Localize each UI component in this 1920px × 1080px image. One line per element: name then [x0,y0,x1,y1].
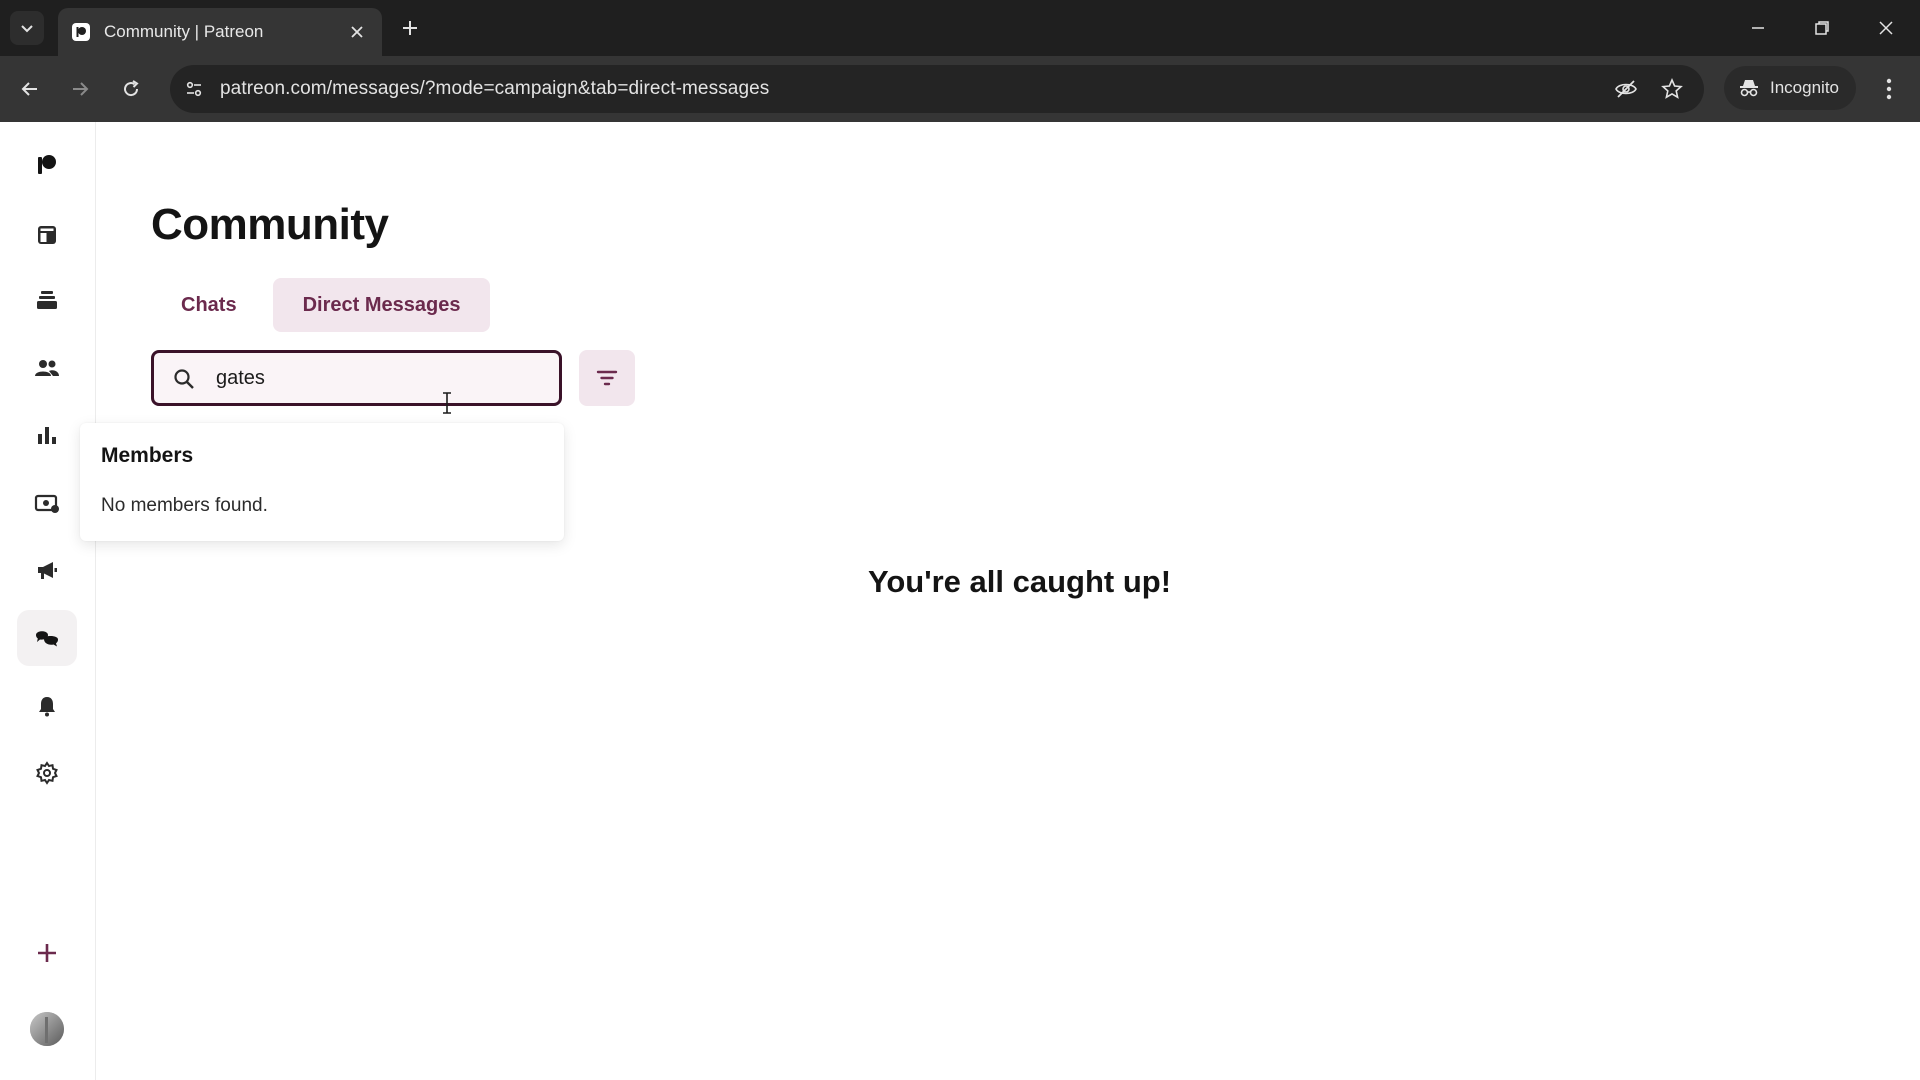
minimize-icon[interactable] [1742,12,1774,44]
text-cursor-icon [443,392,451,414]
bookmark-star-icon[interactable] [1658,75,1686,103]
tab-chats[interactable]: Chats [151,278,267,332]
empty-state-message: You're all caught up! [868,564,1172,599]
url-text: patreon.com/messages/?mode=campaign&tab=… [220,78,770,99]
tab-direct-messages-label: Direct Messages [302,293,461,316]
community-tabs: Chats Direct Messages [151,278,491,332]
browser-toolbar: patreon.com/messages/?mode=campaign&tab=… [0,56,1920,122]
search-input-value: gates [216,367,265,389]
patreon-logo-icon[interactable] [17,137,77,193]
incognito-badge[interactable]: Incognito [1724,66,1856,110]
tab-direct-messages[interactable]: Direct Messages [272,278,491,332]
eye-slash-icon[interactable] [1612,75,1640,103]
home-dashboard-icon[interactable] [17,207,77,263]
member-search-input[interactable]: gates [151,350,562,406]
settings-gear-icon[interactable] [17,745,77,801]
patreon-favicon-icon [72,23,90,41]
restore-icon[interactable] [1806,12,1838,44]
site-settings-icon[interactable] [180,75,208,103]
page-title: Community [151,200,389,249]
search-results-dropdown: Members No members found. [80,423,564,541]
search-icon [174,369,194,389]
members-heading: Members [101,444,194,467]
forward-arrow-icon[interactable] [63,72,97,106]
tab-search-button[interactable] [10,11,44,45]
address-bar[interactable]: patreon.com/messages/?mode=campaign&tab=… [170,65,1704,113]
create-plus-icon[interactable] [17,925,77,981]
back-arrow-icon[interactable] [13,72,47,106]
insights-bar-chart-icon[interactable] [17,407,77,463]
chevron-down-icon [21,25,33,33]
user-avatar[interactable] [17,1001,77,1057]
promotions-megaphone-icon[interactable] [17,542,77,598]
filter-icon [596,370,618,386]
browser-titlebar: Community | Patreon [0,0,1920,56]
reload-icon[interactable] [114,72,148,106]
browser-menu-icon[interactable] [1874,72,1904,106]
tab-chats-label: Chats [181,293,237,316]
close-tab-icon[interactable] [346,21,368,43]
creator-sidebar [0,122,96,1080]
notifications-bell-icon[interactable] [17,678,77,734]
browser-tab-active[interactable]: Community | Patreon [58,8,382,56]
new-tab-plus-icon[interactable] [396,14,424,42]
incognito-icon [1740,80,1758,97]
audience-icon[interactable] [17,340,77,396]
no-members-message: No members found. [101,495,268,516]
library-icon[interactable] [17,272,77,328]
incognito-label: Incognito [1770,78,1839,97]
filter-button[interactable] [579,350,635,406]
payouts-icon[interactable] [17,475,77,531]
community-chat-icon[interactable] [17,610,77,666]
tab-title: Community | Patreon [104,22,264,41]
close-window-icon[interactable] [1870,12,1902,44]
